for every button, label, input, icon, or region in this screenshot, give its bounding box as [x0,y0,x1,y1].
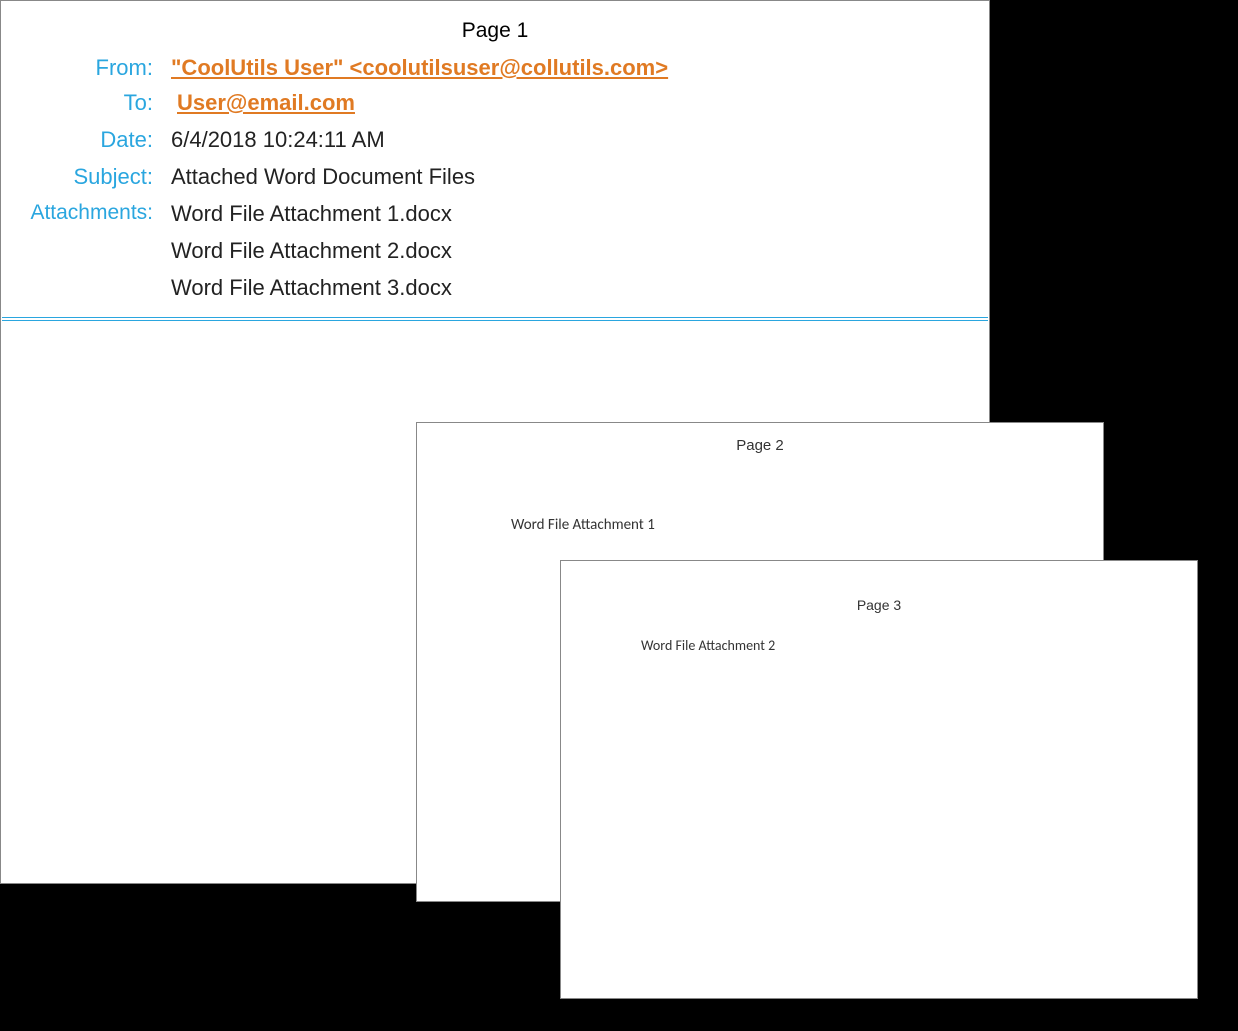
page-2-label: Page 2 [417,437,1103,454]
from-label: From: [1,55,153,81]
to-value[interactable]: User@email.com [177,90,355,116]
page-3-content: Word File Attachment 2 [641,637,775,654]
subject-value: Attached Word Document Files [171,164,475,190]
from-link[interactable]: "CoolUtils User" <coolutilsuser@collutil… [171,55,668,80]
attachments-label: Attachments: [1,201,153,225]
attachment-3: Word File Attachment 3.docx [171,275,452,301]
date-value: 6/4/2018 10:24:11 AM [171,127,385,153]
to-label: To: [1,90,153,116]
subject-label: Subject: [1,164,153,190]
attachment-2: Word File Attachment 2.docx [171,238,452,264]
header-divider [2,317,988,321]
date-label: Date: [1,127,153,153]
attachment-1: Word File Attachment 1.docx [171,201,452,227]
page-3: Page 3 Word File Attachment 2 [560,560,1198,999]
page-2-content: Word File Attachment 1 [511,516,655,534]
page-3-label: Page 3 [561,597,1197,613]
to-link[interactable]: User@email.com [177,90,355,115]
from-value[interactable]: "CoolUtils User" <coolutilsuser@collutil… [171,55,668,81]
page-1-label: Page 1 [1,19,989,43]
